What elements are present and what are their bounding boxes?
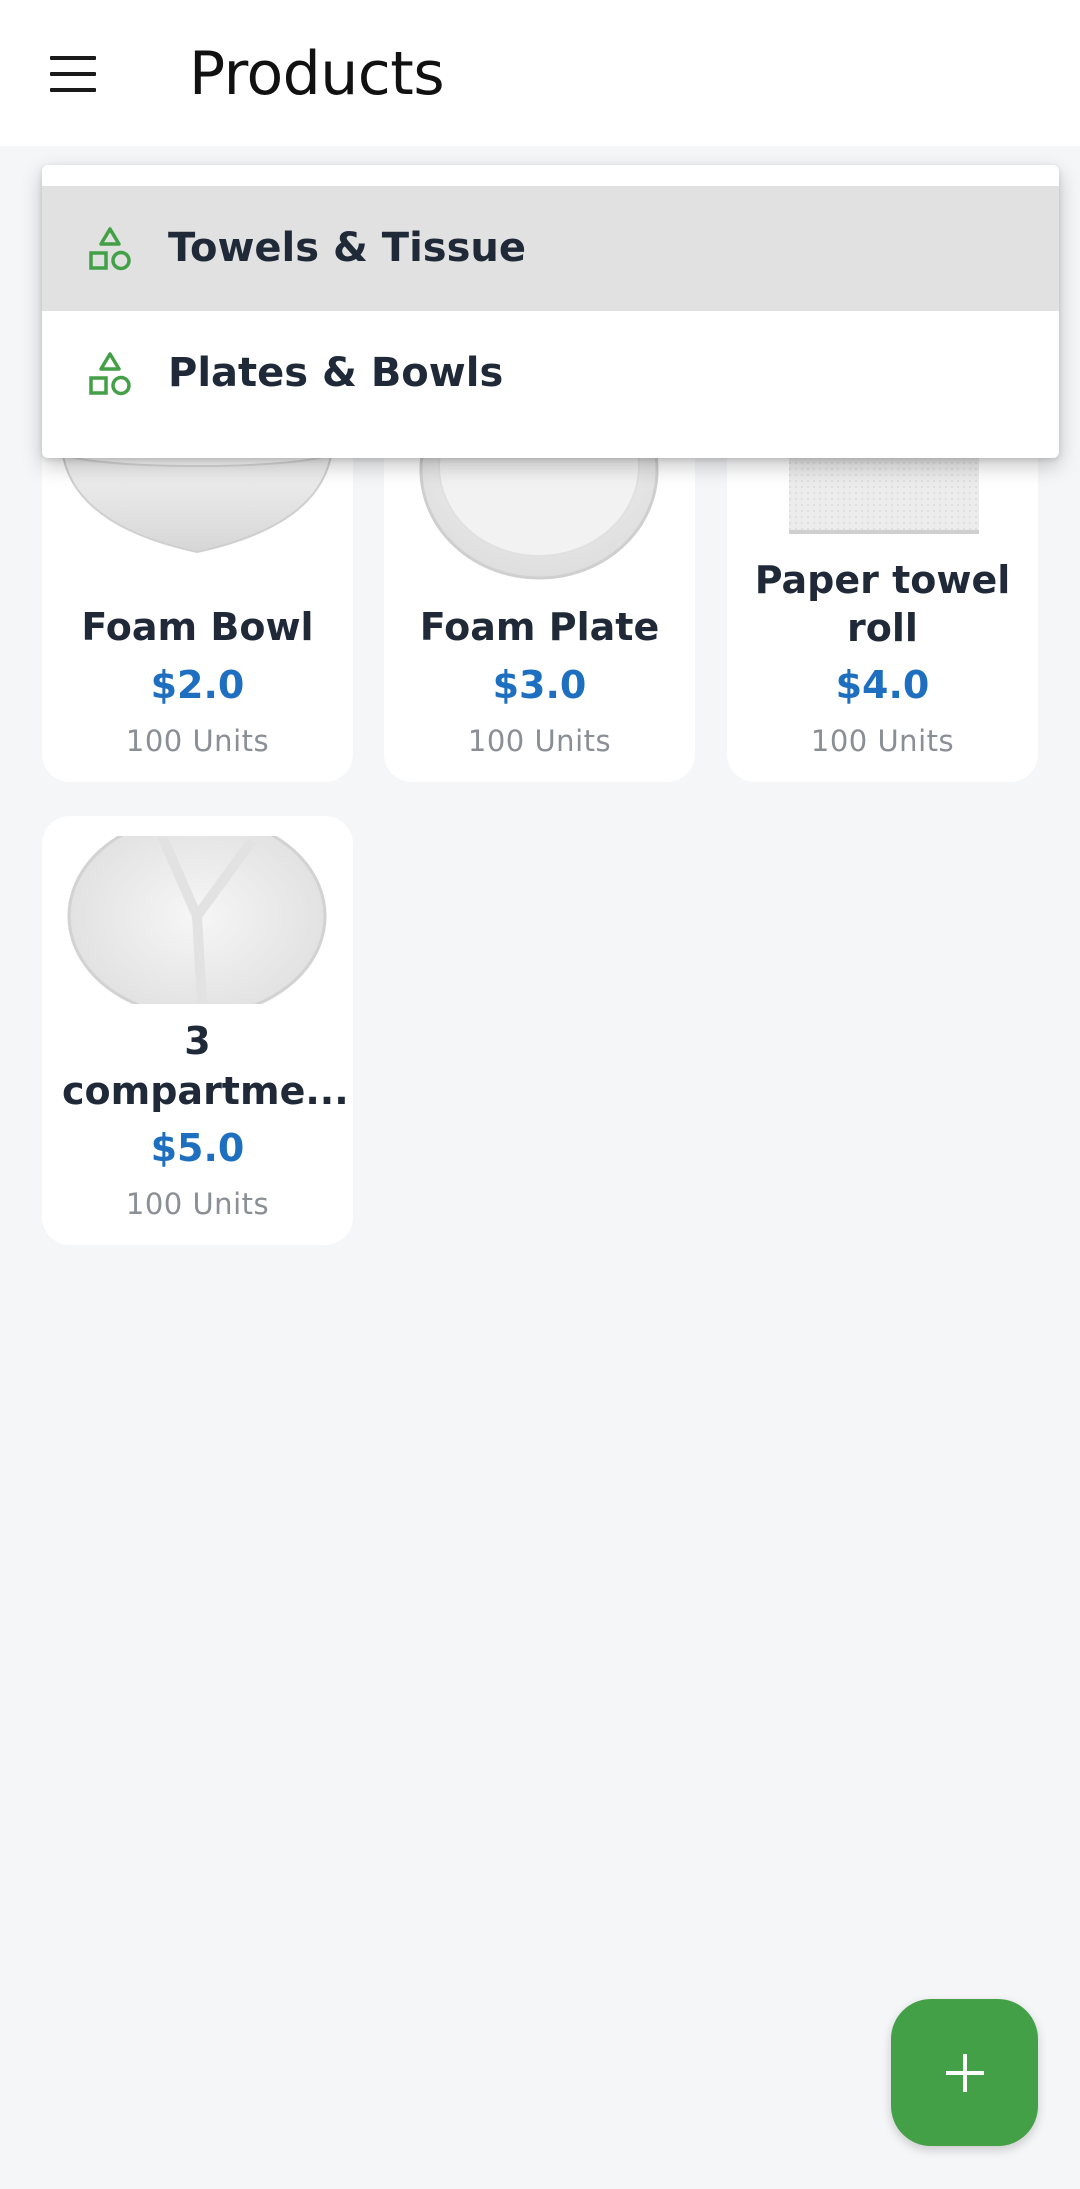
product-name: Foam Bowl: [81, 605, 314, 649]
product-card-foam-bowl[interactable]: Foam Bowl $2.0 100 Units: [42, 430, 353, 782]
category-shapes-icon: [88, 226, 132, 272]
category-dropdown-menu: Towels & Tissue Plates & Bowls: [42, 165, 1059, 458]
product-card-paper-towel-roll[interactable]: Paper towel roll $4.0 100 Units: [727, 430, 1038, 782]
product-name: Paper towel roll: [754, 558, 1011, 650]
hamburger-menu-icon[interactable]: [48, 54, 100, 94]
product-name: Foam Plate: [419, 605, 660, 649]
app-bar: Products: [0, 0, 1080, 146]
page-title: Products: [189, 39, 445, 109]
product-units: 100 Units: [125, 724, 270, 758]
product-image-3-compartment-plate: [42, 836, 353, 1004]
product-units: 100 Units: [467, 724, 612, 758]
product-price: $3.0: [492, 663, 587, 707]
product-card-3-compartment[interactable]: 3 compartme... $5.0 100 Units: [42, 816, 353, 1245]
product-price: $2.0: [150, 663, 245, 707]
product-units: 100 Units: [810, 724, 955, 758]
dropdown-item-towels-tissue[interactable]: Towels & Tissue: [42, 186, 1059, 311]
dropdown-item-label: Towels & Tissue: [168, 225, 527, 271]
product-name: 3 compartme...: [62, 1019, 349, 1113]
dropdown-item-plates-bowls[interactable]: Plates & Bowls: [42, 311, 1059, 436]
product-units: 100 Units: [125, 1187, 270, 1221]
category-shapes-icon: [88, 351, 132, 397]
product-card-foam-plate[interactable]: Foam Plate $3.0 100 Units: [384, 430, 695, 782]
product-price: $4.0: [835, 663, 930, 707]
product-price: $5.0: [150, 1126, 245, 1170]
dropdown-item-label: Plates & Bowls: [168, 350, 504, 396]
add-product-button[interactable]: [891, 1999, 1038, 2146]
